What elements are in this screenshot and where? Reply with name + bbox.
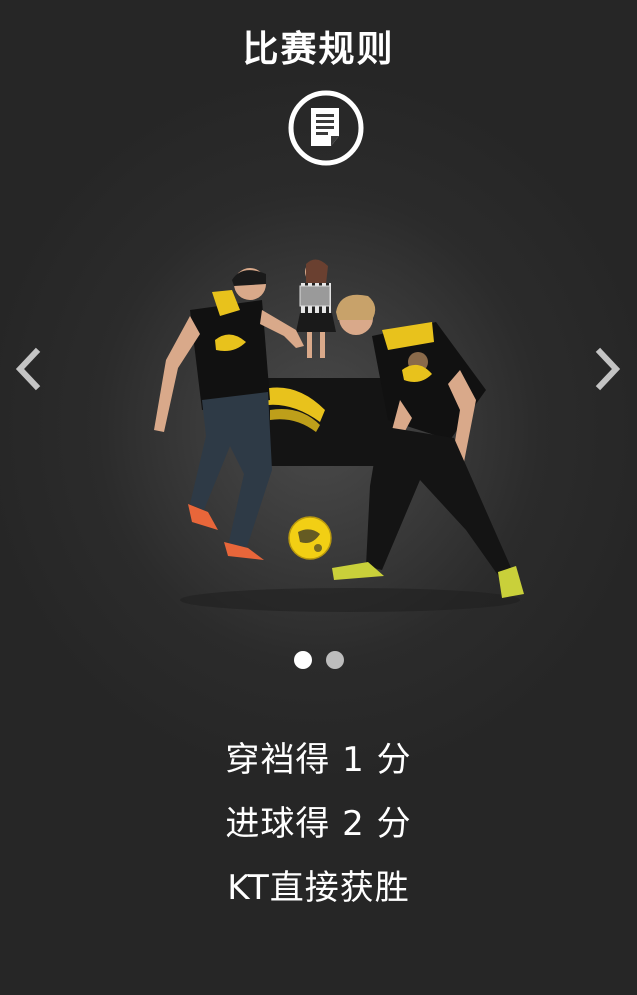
rule-item: KT直接获胜	[227, 868, 410, 908]
chevron-left-icon	[15, 347, 41, 391]
carousel-slide-image	[154, 259, 524, 612]
page-title: 比赛规则	[242, 29, 395, 70]
carousel-pagination	[0, 651, 637, 669]
carousel-next-button[interactable]	[590, 346, 624, 392]
chevron-right-icon	[595, 347, 621, 391]
document-icon	[288, 90, 364, 166]
carousel-dot-1[interactable]	[293, 651, 312, 669]
rule-item: 穿裆得 1 分	[225, 740, 412, 780]
carousel-dot-2[interactable]	[325, 651, 344, 669]
rule-item: 进球得 2 分	[225, 804, 412, 844]
soccer-ball	[288, 516, 332, 560]
carousel-prev-button[interactable]	[12, 346, 46, 392]
rules-list: 穿裆得 1 分 进球得 2 分 KT直接获胜	[0, 728, 637, 920]
